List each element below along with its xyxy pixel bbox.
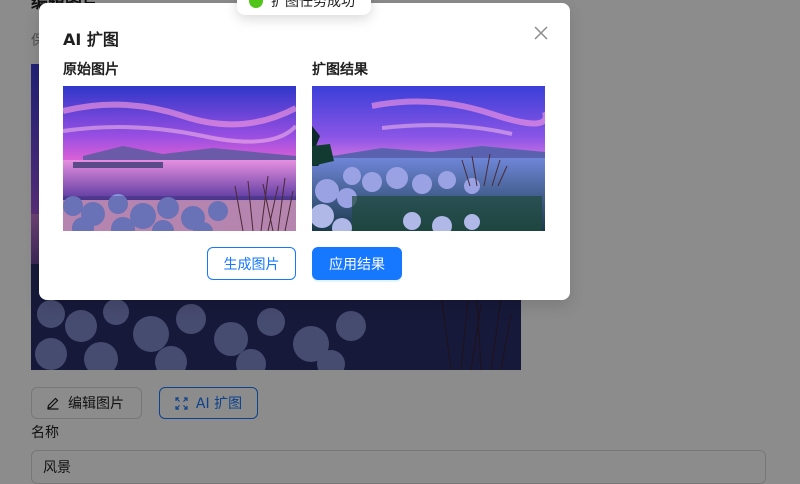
apply-result-button[interactable]: 应用结果 — [312, 247, 402, 280]
ai-expand-modal: AI 扩图 原始图片 扩图结果 生成图片 应用结果 — [39, 3, 570, 300]
toast-text: 扩图任务成功 — [271, 0, 355, 10]
result-picture-label: 扩图结果 — [312, 62, 368, 78]
close-icon[interactable] — [531, 23, 551, 43]
modal-title: AI 扩图 — [63, 30, 119, 49]
check-circle-icon — [249, 0, 263, 8]
success-toast: 扩图任务成功 — [237, 0, 371, 15]
result-picture — [312, 86, 545, 231]
original-picture — [63, 86, 296, 231]
original-picture-label: 原始图片 — [63, 62, 119, 78]
generate-picture-button[interactable]: 生成图片 — [207, 247, 296, 280]
